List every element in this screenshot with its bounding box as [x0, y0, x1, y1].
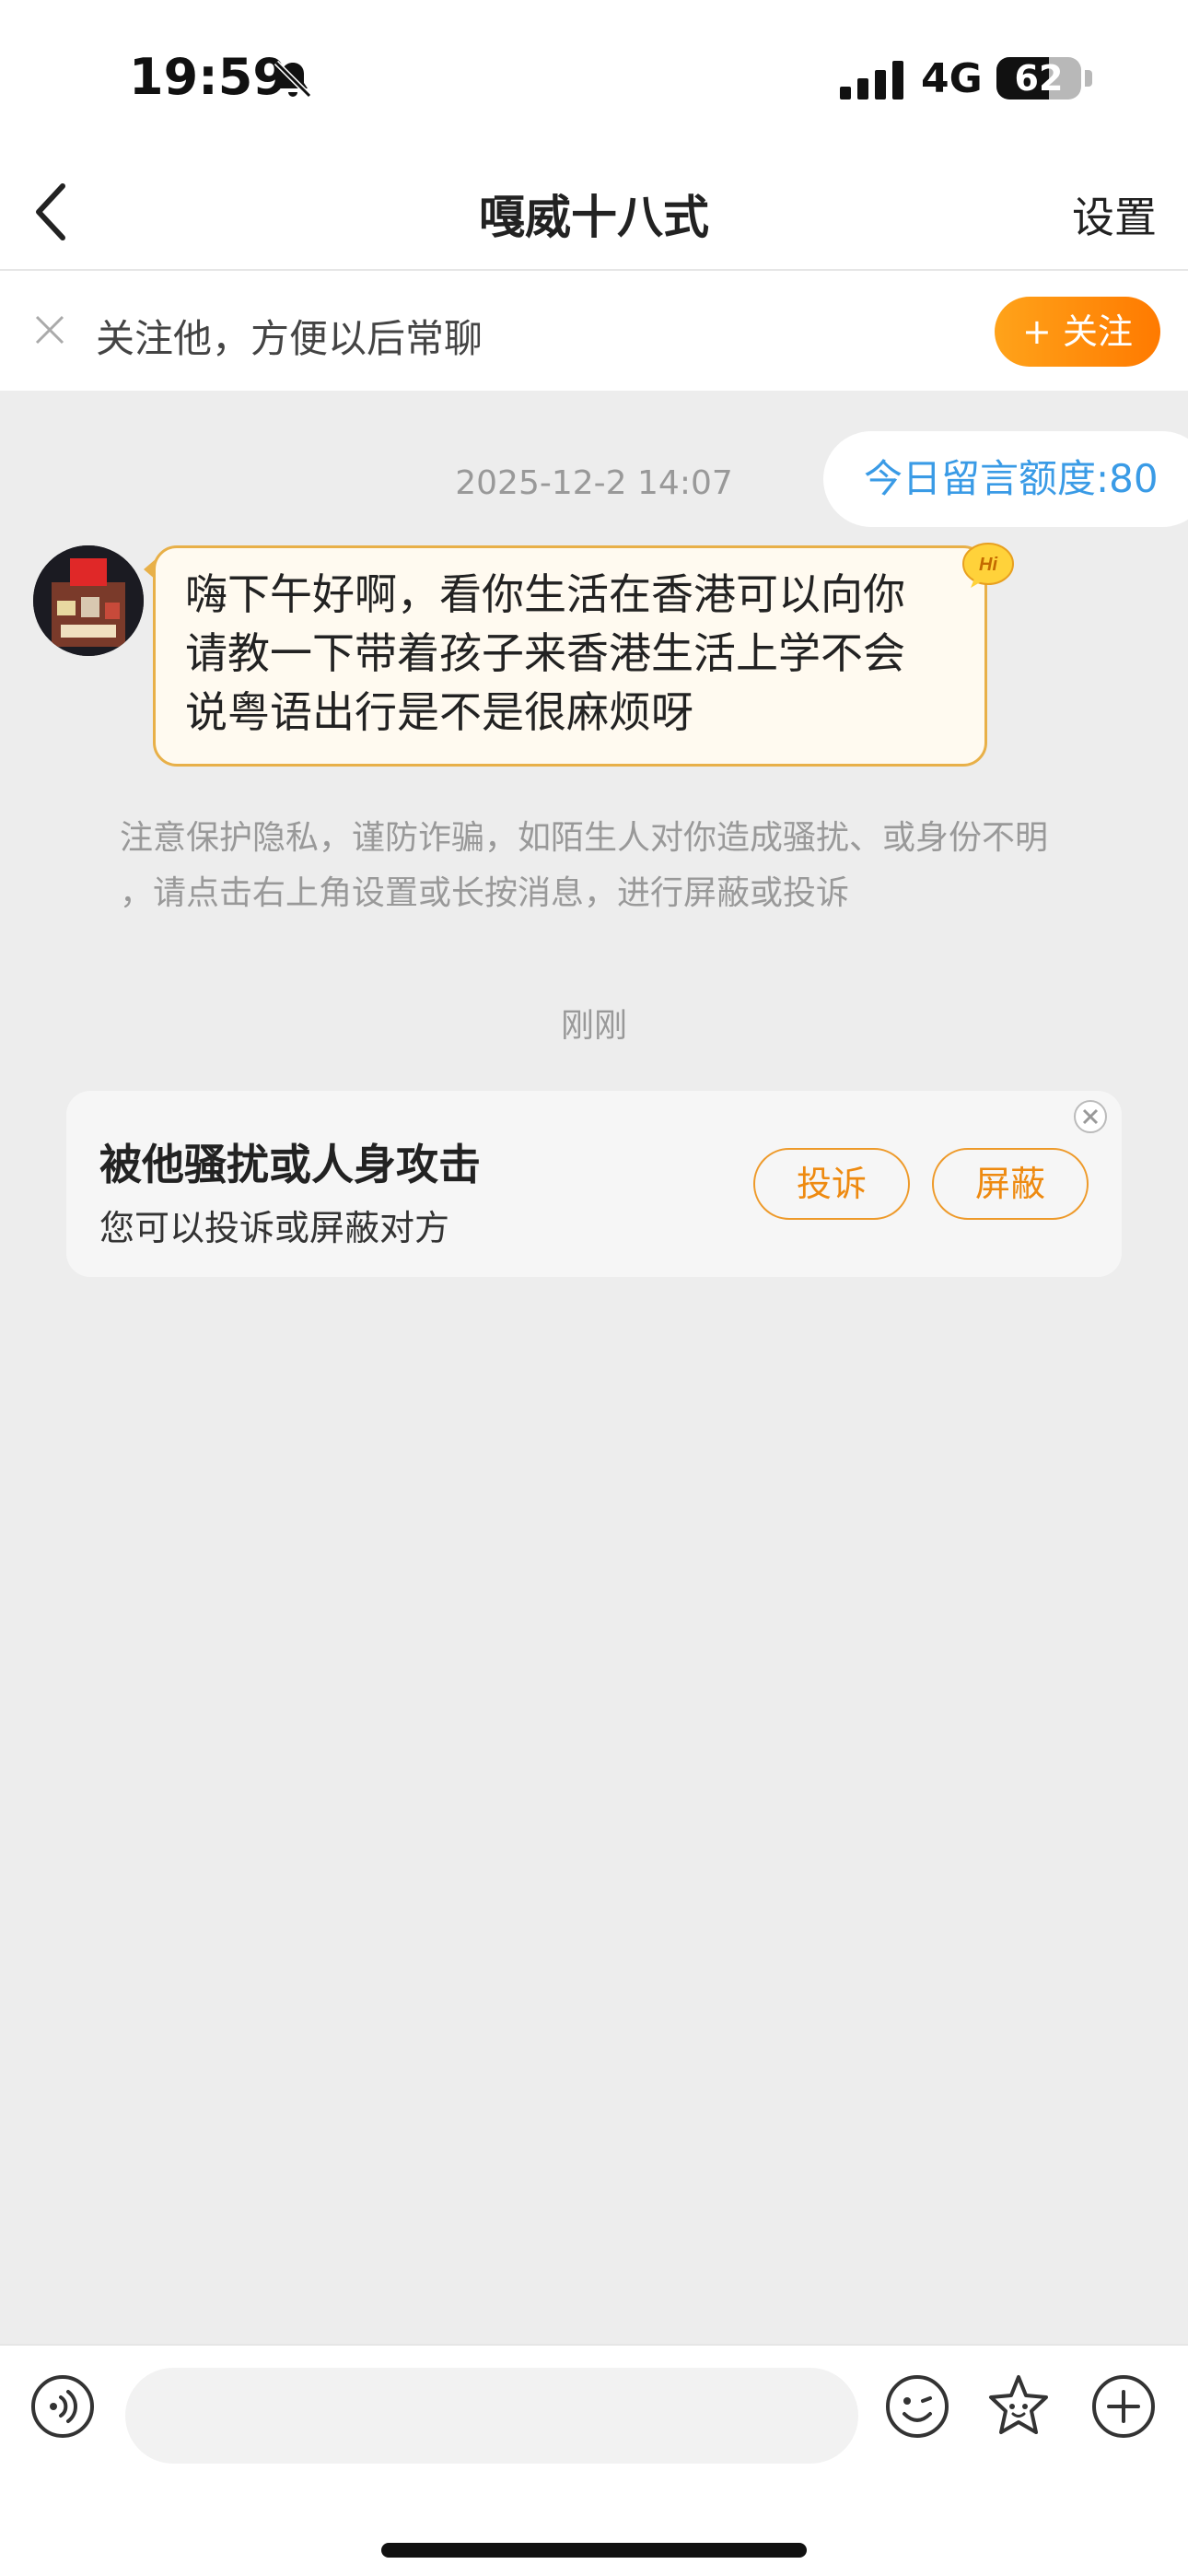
- chat-area[interactable]: 2025-12-2 14:07 今日留言额度:80 嗨下午好啊，看你生活在香港可…: [0, 391, 1188, 2344]
- complain-button[interactable]: 投诉: [753, 1148, 910, 1220]
- safety-notice-line: 注意保护隐私，谨防诈骗，如陌生人对你造成骚扰、或身份不明: [120, 819, 1049, 857]
- emoji-icon[interactable]: [884, 2373, 950, 2440]
- card-close-icon[interactable]: [1072, 1098, 1109, 1135]
- settings-button[interactable]: 设置: [1072, 184, 1157, 245]
- nav-bar: 嘎威十八式 设置: [0, 157, 1188, 271]
- hi-badge-text: Hi: [979, 555, 997, 575]
- voice-icon[interactable]: [29, 2373, 96, 2440]
- harassment-card: 被他骚扰或人身攻击 您可以投诉或屏蔽对方 投诉 屏蔽: [66, 1091, 1122, 1277]
- message-line: 请教一下带着孩子来香港生活上学不会: [185, 628, 905, 678]
- harassment-card-subtitle: 您可以投诉或屏蔽对方: [99, 1208, 450, 1248]
- avatar-image: [33, 545, 144, 656]
- follow-prompt-text: 关注他，方便以后常聊: [96, 316, 483, 361]
- home-indicator: [381, 2543, 807, 2558]
- battery-cap: [1085, 70, 1092, 87]
- hi-badge-icon: Hi: [962, 543, 1014, 588]
- avatar[interactable]: [33, 545, 144, 656]
- status-time: 19:59: [129, 48, 287, 106]
- battery-icon: 62: [996, 57, 1081, 100]
- message-bubble[interactable]: 嗨下午好啊，看你生活在香港可以向你 请教一下带着孩子来香港生活上学不会 说粤语出…: [153, 545, 987, 767]
- plus-icon[interactable]: [1090, 2373, 1157, 2440]
- system-timestamp: 刚刚: [560, 1007, 627, 1045]
- quota-badge: 今日留言额度:80: [823, 431, 1188, 527]
- safety-notice: 注意保护隐私，谨防诈骗，如陌生人对你造成骚扰、或身份不明 ，请点击右上角设置或长…: [120, 811, 1077, 921]
- sticker-icon[interactable]: [984, 2371, 1054, 2441]
- input-bar: [0, 2344, 1188, 2576]
- message-input[interactable]: [125, 2368, 858, 2464]
- bell-slash-icon: [274, 60, 312, 99]
- safety-notice-line: ，请点击右上角设置或长按消息，进行屏蔽或投诉: [120, 874, 850, 912]
- message-line: 说粤语出行是不是很麻烦呀: [185, 687, 693, 737]
- status-bar: 19:59 4G 62: [0, 0, 1188, 157]
- follow-banner: 关注他，方便以后常聊 + 关注: [0, 271, 1188, 391]
- battery-label: 62: [1014, 58, 1064, 99]
- page-title: 嘎威十八式: [479, 191, 709, 244]
- follow-button[interactable]: + 关注: [995, 297, 1160, 367]
- close-icon[interactable]: [31, 311, 68, 348]
- signal-icon: [840, 61, 903, 100]
- harassment-card-title: 被他骚扰或人身攻击: [99, 1140, 481, 1189]
- network-type: 4G: [921, 55, 983, 102]
- message-line: 嗨下午好啊，看你生活在香港可以向你: [185, 569, 905, 619]
- block-button[interactable]: 屏蔽: [932, 1148, 1089, 1220]
